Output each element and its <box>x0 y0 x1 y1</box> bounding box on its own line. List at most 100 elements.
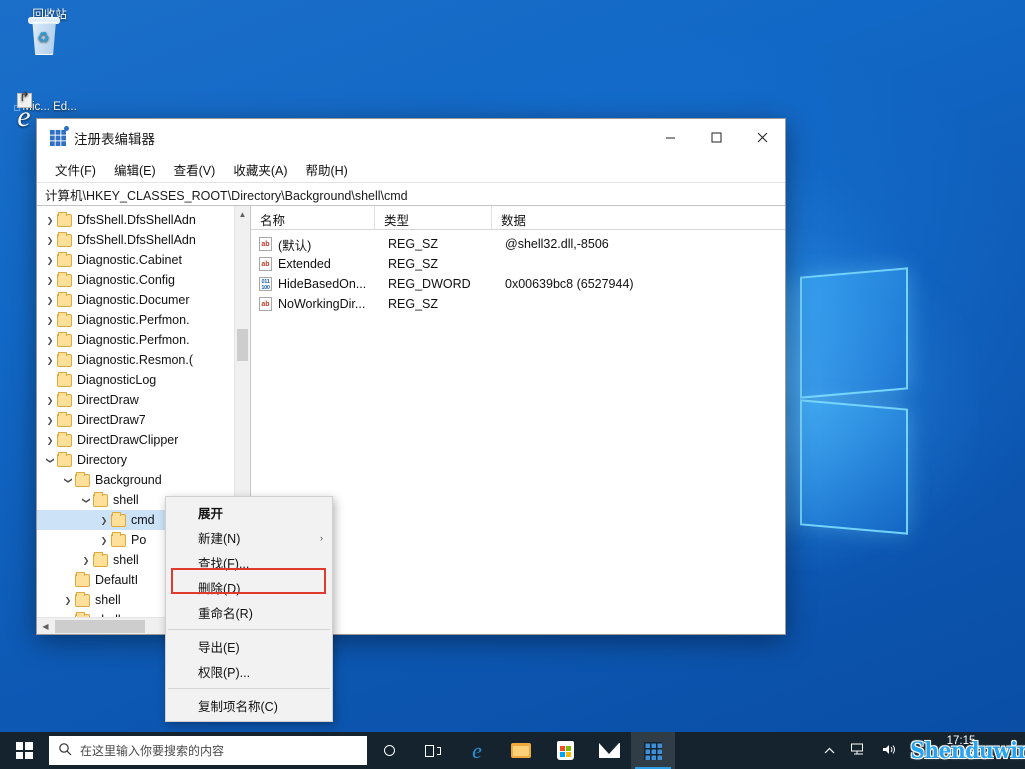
tree-node-label: DfsShell.DfsShellAdn <box>77 233 196 247</box>
windows-logo-icon <box>15 742 33 759</box>
cortana-icon <box>383 745 395 756</box>
tree-node-label: shellex <box>95 613 134 617</box>
tree-node[interactable]: DfsShell.DfsShellAdn <box>37 210 234 230</box>
taskbar-file-explorer-button[interactable] <box>499 732 543 769</box>
taskbar-edge-button[interactable]: e <box>455 732 499 769</box>
volume-icon[interactable] <box>874 743 905 759</box>
menu-edit[interactable]: 编辑(E) <box>105 157 165 182</box>
menu-view[interactable]: 查看(V) <box>165 157 225 182</box>
column-header-data[interactable]: 数据 <box>492 206 785 229</box>
task-view-button[interactable] <box>411 732 455 769</box>
tree-node[interactable]: DirectDraw7 <box>37 410 234 430</box>
tree-node[interactable]: DirectDrawClipper <box>37 430 234 450</box>
registry-editor-window[interactable]: 注册表编辑器 文件(F) 编辑(E) 查看(V) 收藏夹(A) 帮助(H) 计算… <box>36 118 786 635</box>
chevron-right-icon[interactable] <box>61 596 75 605</box>
tree-node[interactable]: DiagnosticLog <box>37 370 234 390</box>
context-menu-item[interactable]: 展开 <box>166 500 332 525</box>
tree-node[interactable]: DirectDraw <box>37 390 234 410</box>
folder-icon <box>57 251 72 267</box>
value-data: 0x00639bc8 (6527944) <box>505 277 634 291</box>
tree-node[interactable]: Background <box>37 470 234 490</box>
scroll-left-arrow-icon[interactable]: ◀ <box>37 622 54 631</box>
context-menu-item[interactable]: 新建(N) › <box>166 525 332 550</box>
close-button[interactable] <box>739 122 785 153</box>
tree-node-label: Diagnostic.Resmon.( <box>77 353 194 367</box>
address-bar[interactable]: 计算机\HKEY_CLASSES_ROOT\Directory\Backgrou… <box>37 182 785 206</box>
tree-node[interactable]: Diagnostic.Perfmon. <box>37 310 234 330</box>
network-icon[interactable] <box>843 743 874 759</box>
value-type: REG_SZ <box>388 297 439 311</box>
chevron-right-icon[interactable] <box>79 556 93 565</box>
column-header-type[interactable]: 类型 <box>375 206 492 229</box>
tree-node[interactable]: DfsShell.DfsShellAdn <box>37 230 234 250</box>
value-row[interactable]: ab Extended REG_SZ <box>251 254 785 274</box>
show-hidden-icons-chevron-icon[interactable] <box>816 744 843 758</box>
context-menu-item[interactable]: 复制项名称(C) <box>166 693 332 718</box>
menu-help[interactable]: 帮助(H) <box>296 157 356 182</box>
cortana-button[interactable] <box>367 732 411 769</box>
context-menu-item[interactable]: 重命名(R) <box>166 600 332 625</box>
context-menu-item[interactable]: 删除(D) <box>166 575 332 600</box>
minimize-button[interactable] <box>647 122 693 153</box>
tree-node-label: shell <box>113 553 139 567</box>
chevron-right-icon[interactable] <box>43 356 57 365</box>
search-input[interactable]: 在这里输入你要搜索的内容 <box>49 736 367 765</box>
desktop-icon-microsoft-edge[interactable]: Mic... Ed... <box>8 93 84 114</box>
folder-icon <box>57 271 72 287</box>
context-menu-item[interactable]: 权限(P)... <box>166 659 332 684</box>
value-list-header[interactable]: 名称 类型 数据 <box>251 206 785 230</box>
folder-icon <box>57 431 72 447</box>
menu-file[interactable]: 文件(F) <box>46 157 105 182</box>
menu-bar[interactable]: 文件(F) 编辑(E) 查看(V) 收藏夹(A) 帮助(H) <box>37 156 785 182</box>
taskbar[interactable]: 在这里输入你要搜索的内容 e 17:15 2019/12/24 Shenduwi <box>0 732 1025 769</box>
maximize-button[interactable] <box>693 122 739 153</box>
chevron-right-icon[interactable] <box>43 236 57 245</box>
chevron-down-icon[interactable] <box>79 496 93 505</box>
context-menu-item[interactable]: 导出(E) <box>166 634 332 659</box>
value-row[interactable]: ab (默认) REG_SZ @shell32.dll,-8506 <box>251 234 785 254</box>
chevron-right-icon[interactable] <box>43 436 57 445</box>
chevron-right-icon[interactable] <box>43 216 57 225</box>
folder-icon <box>75 471 90 487</box>
chevron-right-icon[interactable] <box>43 276 57 285</box>
vertical-scrollbar-thumb[interactable] <box>237 329 248 361</box>
window-title-bar[interactable]: 注册表编辑器 <box>37 119 785 156</box>
tree-node-label: Diagnostic.Perfmon. <box>77 333 190 347</box>
clock[interactable]: 17:15 2019/12/24 Shenduwin8.com <box>905 732 1025 769</box>
folder-icon <box>75 591 90 607</box>
system-tray[interactable]: 17:15 2019/12/24 Shenduwin8.com <box>816 732 1025 769</box>
chevron-right-icon[interactable] <box>97 516 111 525</box>
chevron-right-icon[interactable] <box>61 616 75 618</box>
chevron-right-icon[interactable] <box>43 336 57 345</box>
tree-node[interactable]: Diagnostic.Cabinet <box>37 250 234 270</box>
chevron-right-icon[interactable] <box>43 256 57 265</box>
registry-editor-icon <box>49 126 69 146</box>
scroll-up-arrow-icon[interactable]: ▲ <box>235 206 250 223</box>
chevron-right-icon[interactable] <box>43 296 57 305</box>
tree-node[interactable]: Diagnostic.Perfmon. <box>37 330 234 350</box>
start-button[interactable] <box>0 732 48 769</box>
value-row[interactable]: ab NoWorkingDir... REG_SZ <box>251 294 785 314</box>
chevron-right-icon[interactable] <box>43 416 57 425</box>
tree-node[interactable]: Diagnostic.Config <box>37 270 234 290</box>
desktop-icon-recycle-bin[interactable]: ♻ 回收站 <box>8 8 84 55</box>
chevron-down-icon[interactable] <box>43 456 57 465</box>
chevron-right-icon[interactable] <box>43 316 57 325</box>
context-menu[interactable]: 展开 新建(N) › 查找(F)... 删除(D) 重命名(R) 导出(E) 权限(P)...… <box>165 496 333 722</box>
value-row[interactable]: 011 100 HideBasedOn... REG_DWORD 0x00639bc8 … <box>251 274 785 294</box>
menu-favorites[interactable]: 收藏夹(A) <box>224 157 296 182</box>
tree-node-label: shell <box>113 493 139 507</box>
horizontal-scrollbar-thumb[interactable] <box>55 619 145 633</box>
chevron-down-icon[interactable] <box>61 476 75 485</box>
tree-node[interactable]: Diagnostic.Documer <box>37 290 234 310</box>
chevron-right-icon[interactable] <box>97 536 111 545</box>
context-menu-item[interactable]: 查找(F)... <box>166 550 332 575</box>
chevron-right-icon[interactable] <box>43 396 57 405</box>
column-header-name[interactable]: 名称 <box>251 206 375 229</box>
taskbar-registry-editor-button[interactable] <box>631 732 675 769</box>
address-path: 计算机\HKEY_CLASSES_ROOT\Directory\Backgrou… <box>45 188 408 203</box>
tree-node[interactable]: Directory <box>37 450 234 470</box>
tree-node[interactable]: Diagnostic.Resmon.( <box>37 350 234 370</box>
taskbar-store-button[interactable] <box>543 732 587 769</box>
taskbar-mail-button[interactable] <box>587 732 631 769</box>
